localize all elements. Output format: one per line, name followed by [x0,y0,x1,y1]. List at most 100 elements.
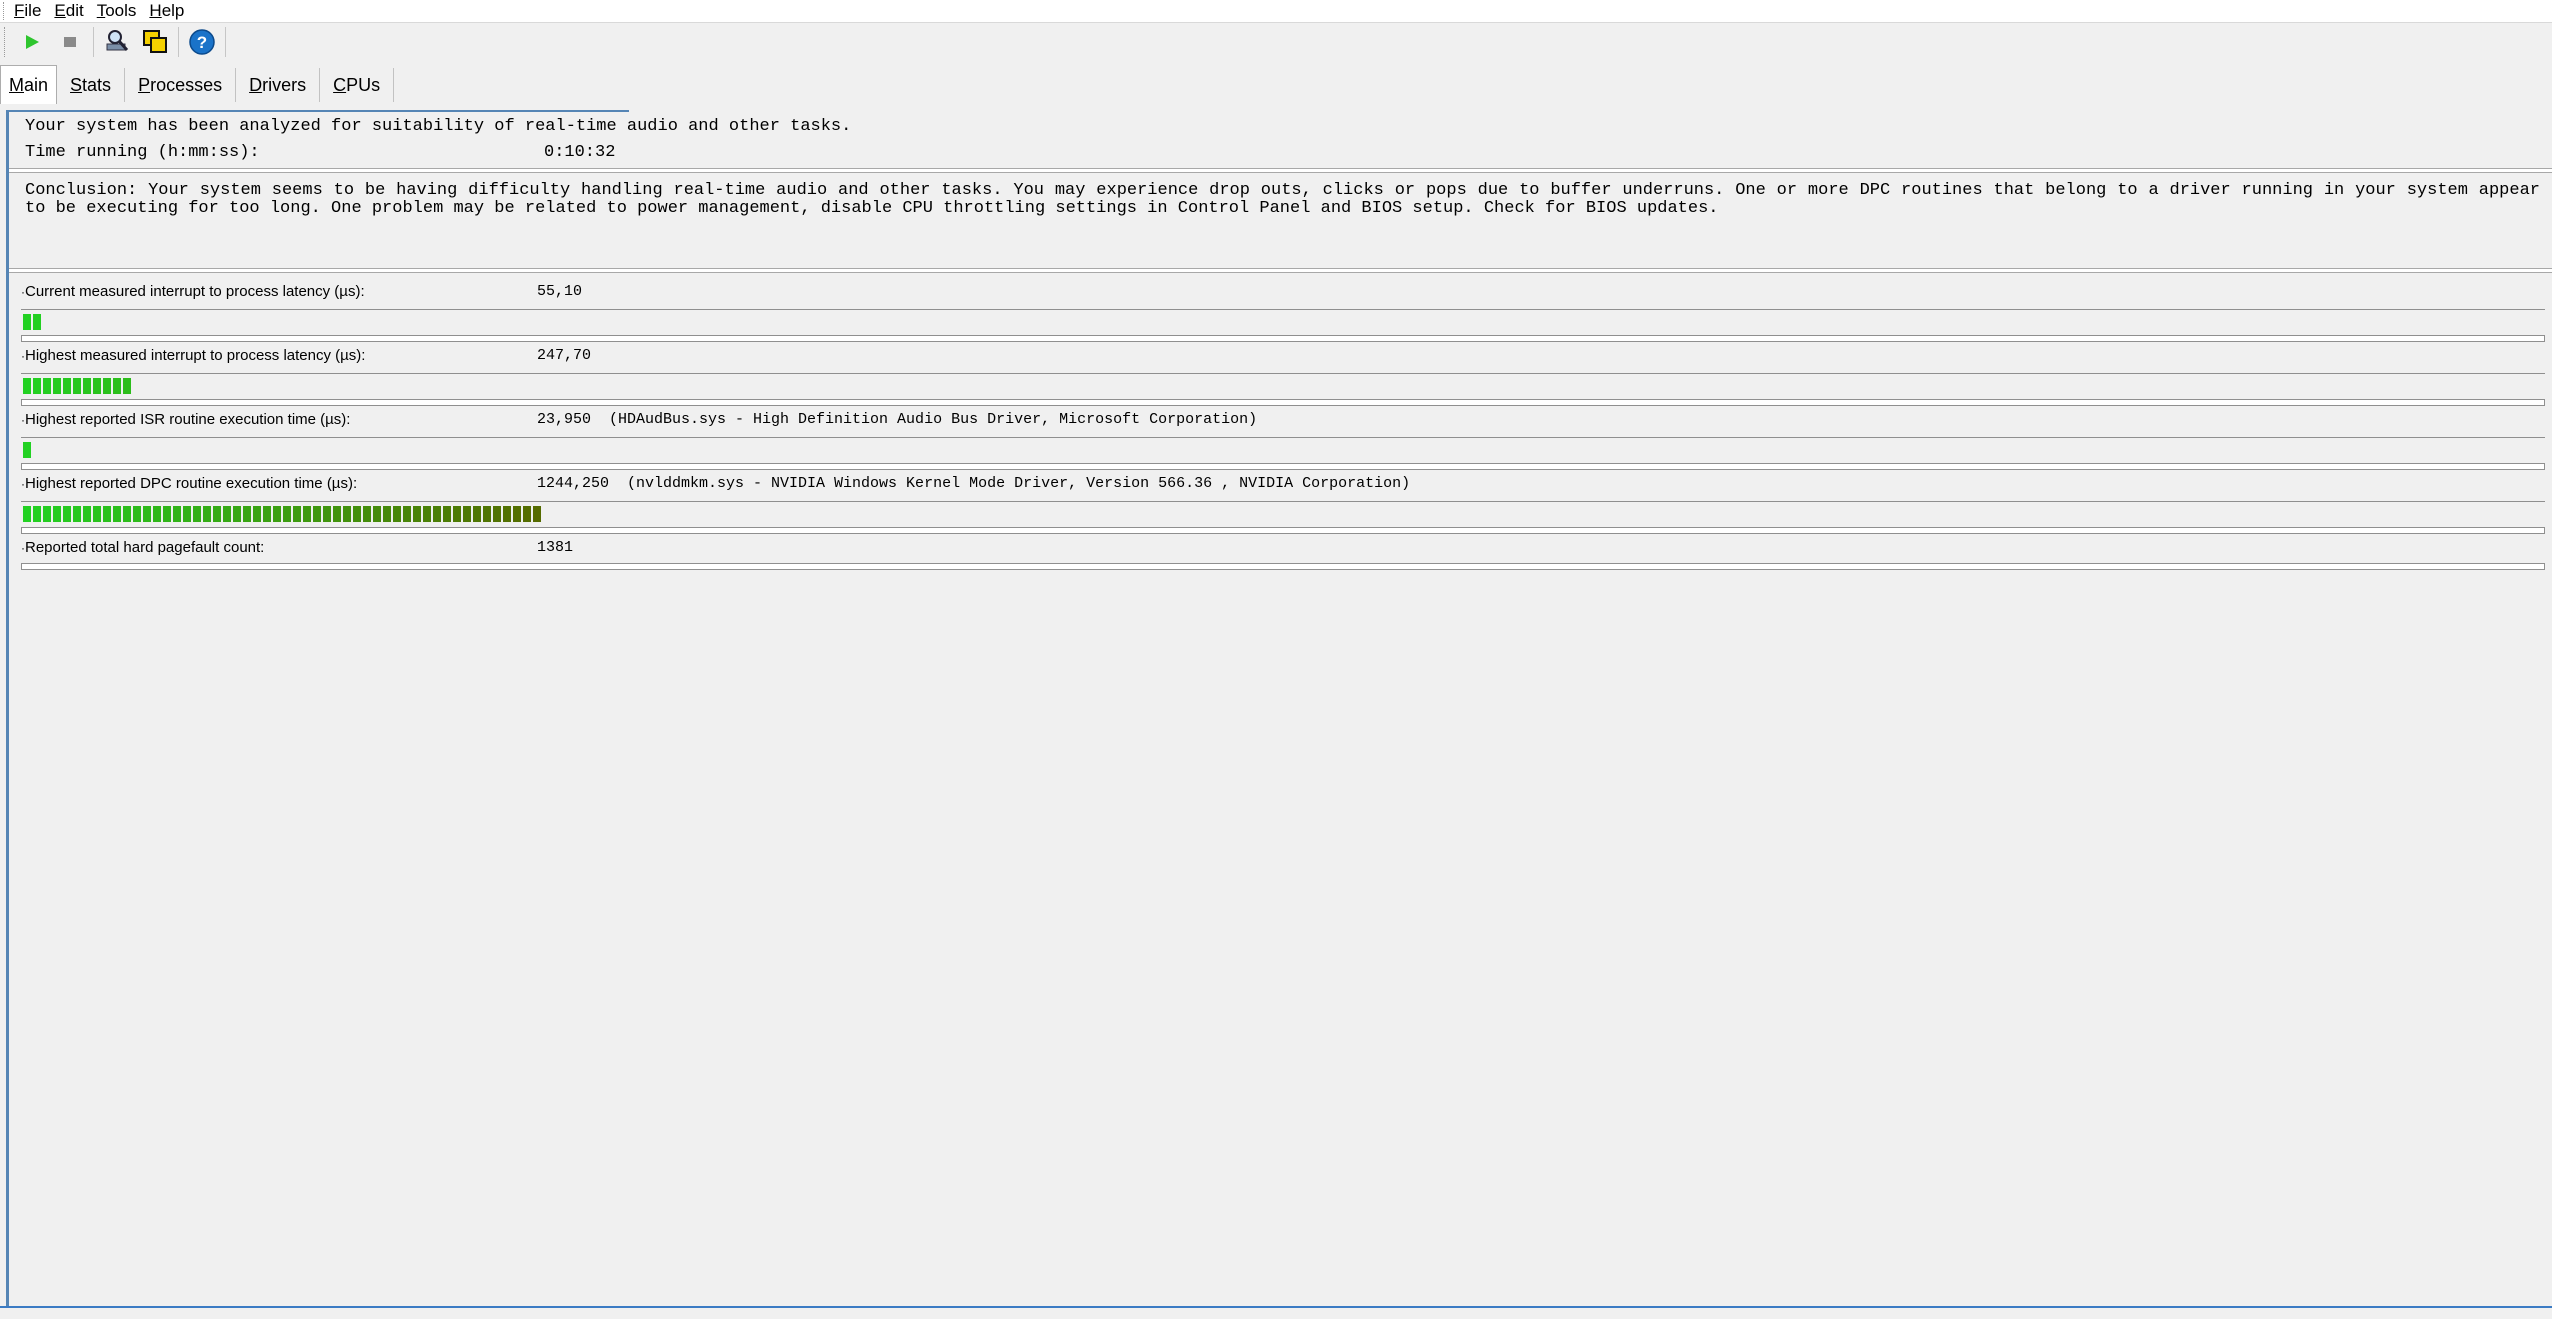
current-interrupt-latency-value: 55,10 [537,283,583,300]
meter-segment [343,506,351,522]
meter-segment [113,378,121,394]
meter-segment [473,506,481,522]
meter-segment [233,506,241,522]
meter-segment [493,506,501,522]
meter-segment [253,506,261,522]
toolbar-grip[interactable] [4,27,8,57]
analyze-button[interactable] [102,27,132,57]
highest-dpc-time-meter [23,506,543,522]
current-interrupt-latency-label-text: Current measured interrupt to process la… [25,283,365,300]
meter-segment [53,378,61,394]
meter-segment [73,506,81,522]
meter-segment [53,506,61,522]
meter-segment [33,378,41,394]
meter-top-line [21,373,2545,374]
hard-pagefault-count-label-text: Reported total hard pagefault count: [25,539,265,556]
meter-segment [133,506,141,522]
highest-isr-time-label: ·Highest reported ISR routine execution … [21,411,350,428]
meter-segment [43,378,51,394]
meter-segment [33,314,41,330]
meter-segment [93,378,101,394]
meter-segment [153,506,161,522]
meter-segment [123,506,131,522]
meter-segment [353,506,361,522]
start-button[interactable] [17,27,47,57]
time-running-value: 0:10:32 [544,143,616,162]
highest-interrupt-latency-value: 247,70 [537,347,592,364]
highest-isr-time-value: 23,950 (HDAudBus.sys - High Definition A… [537,411,1258,428]
panel-accent-line [9,110,629,112]
meter-segment [413,506,421,522]
meter-top-line [21,501,2545,502]
meter-segment [143,506,151,522]
meter-segment [533,506,541,522]
meter-segment [303,506,311,522]
meter-track [21,335,2545,342]
current-interrupt-latency-meter [23,314,43,330]
stop-button[interactable] [55,27,85,57]
svg-text:?: ? [197,33,207,52]
section-divider [9,168,2552,173]
menu-bar: File Edit Tools Help [0,0,2552,23]
toolbar: ? [0,23,2552,61]
meter-segment [183,506,191,522]
menu-help[interactable]: Help [149,1,184,21]
menu-grip[interactable] [3,2,7,20]
meter-segment [213,506,221,522]
meter-segment [453,506,461,522]
meter-segment [363,506,371,522]
time-running-label: Time running (h:mm:ss): [25,143,260,162]
tab-bar: Main Stats Processes Drivers CPUs [0,64,395,104]
meter-top-line [21,309,2545,310]
meter-segment [443,506,451,522]
meter-segment [283,506,291,522]
meter-segment [333,506,341,522]
meter-segment [483,506,491,522]
copy-button[interactable] [140,27,170,57]
current-interrupt-latency-label: ·Current measured interrupt to process l… [21,283,365,300]
meter-segment [123,378,131,394]
meter-segment [193,506,201,522]
meter-segment [273,506,281,522]
meter-segment [113,506,121,522]
highest-isr-time-meter [23,442,33,458]
meter-segment [103,506,111,522]
meter-segment [23,442,31,458]
highest-interrupt-latency-meter [23,378,133,394]
meter-segment [23,506,31,522]
tab-processes[interactable]: Processes [125,68,237,102]
meter-segment [163,506,171,522]
search-tool-icon [106,30,129,51]
tab-drivers[interactable]: Drivers [236,68,321,102]
meter-segment [73,378,81,394]
meter-segment [383,506,391,522]
help-icon: ? [189,29,215,55]
meter-segment [83,506,91,522]
menu-tools[interactable]: Tools [97,1,137,21]
meter-segment [43,506,51,522]
meter-segment [433,506,441,522]
meter-track [21,399,2545,406]
menu-file[interactable]: File [14,1,41,21]
meter-segment [293,506,301,522]
meter-track [21,527,2545,534]
meter-segment [263,506,271,522]
section-divider [9,268,2552,273]
meter-segment [313,506,321,522]
tab-cpus[interactable]: CPUs [320,68,395,102]
meter-top-line [21,437,2545,438]
meter-segment [23,314,31,330]
meter-segment [203,506,211,522]
highest-dpc-time-label: ·Highest reported DPC routine execution … [21,475,357,492]
tab-main[interactable]: Main [0,65,58,104]
meter-segment [23,378,31,394]
hard-pagefault-count-label: ·Reported total hard pagefault count: [21,539,264,556]
help-button[interactable]: ? [187,27,217,57]
tab-stats[interactable]: Stats [57,68,126,102]
toolbar-separator [178,27,179,57]
meter-segment [403,506,411,522]
meter-track [21,563,2545,570]
stop-icon [64,37,76,47]
meter-segment [93,506,101,522]
menu-edit[interactable]: Edit [54,1,83,21]
